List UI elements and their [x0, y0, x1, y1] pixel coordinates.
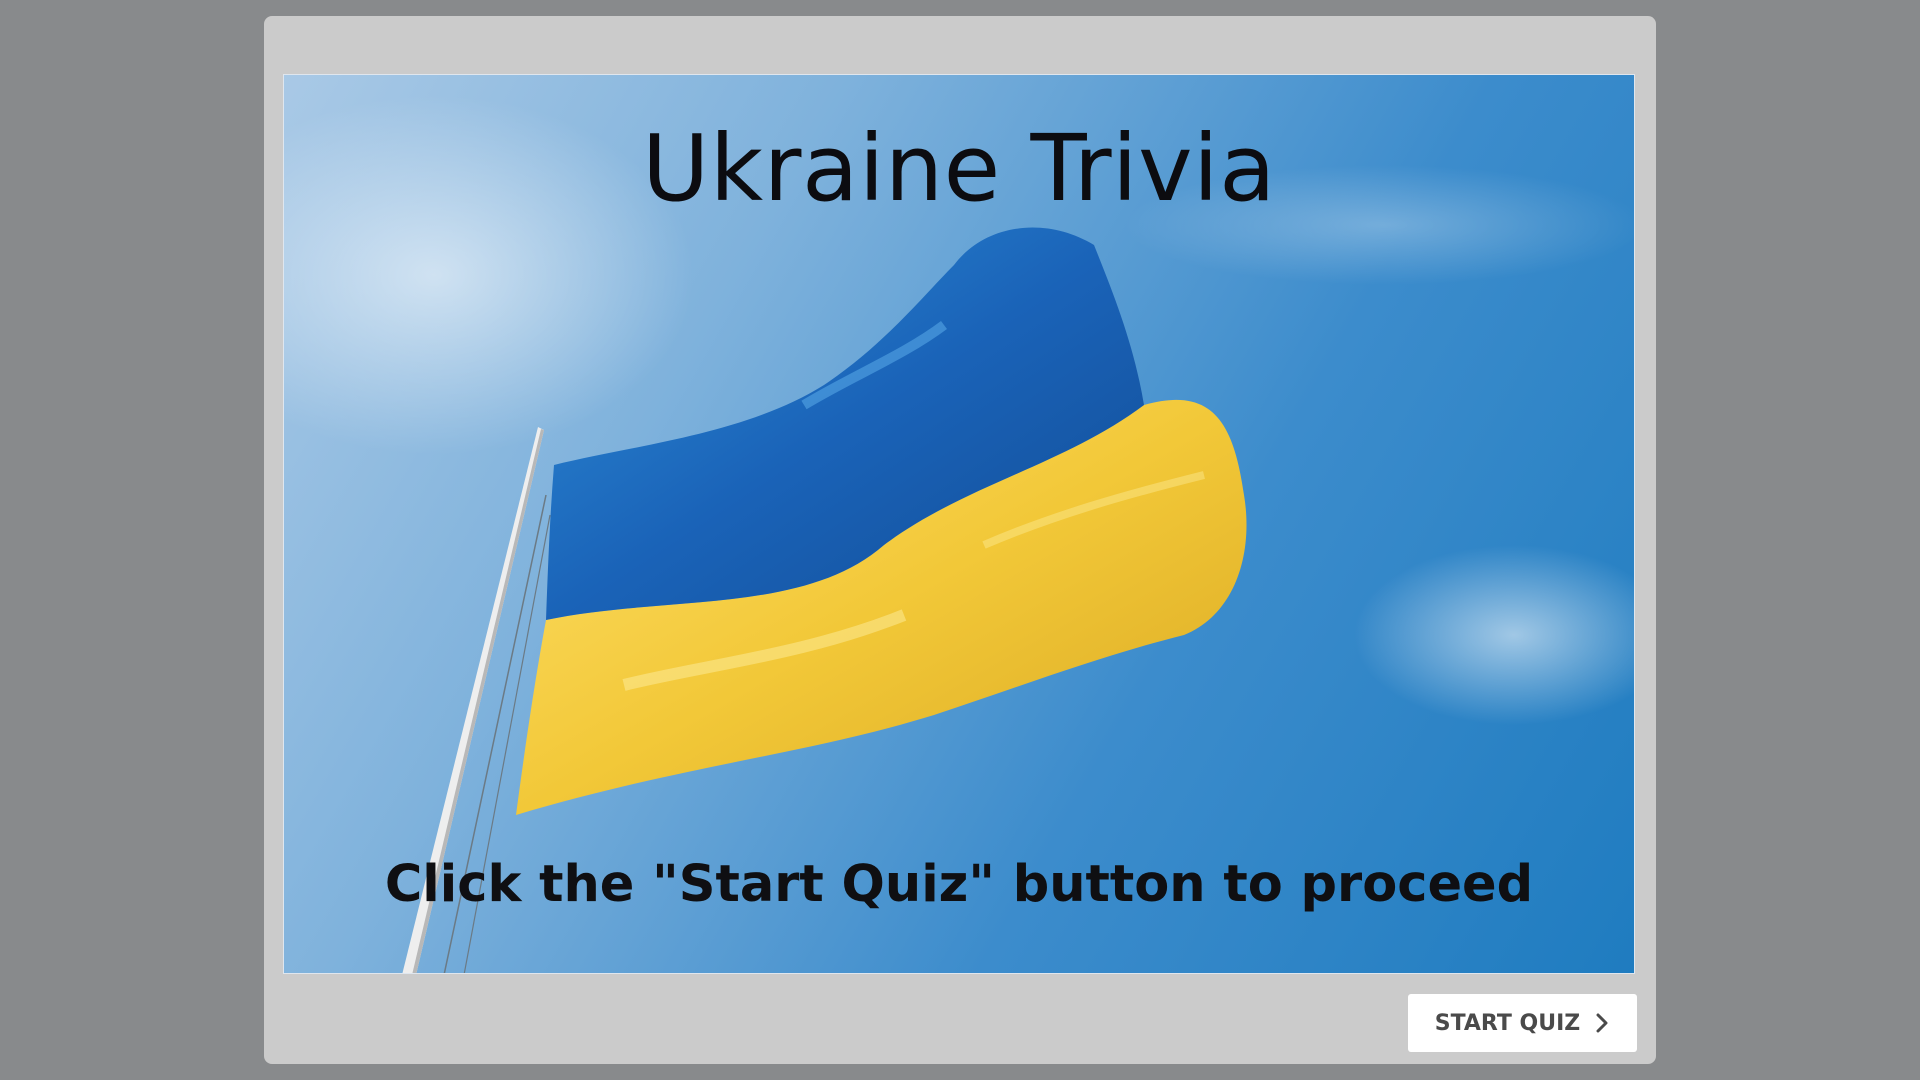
quiz-slide: Ukraine Trivia Click the "Start Quiz" bu…	[283, 74, 1635, 974]
slide-title: Ukraine Trivia	[642, 115, 1276, 222]
chevron-right-icon	[1596, 1013, 1608, 1033]
start-quiz-label: START QUIZ	[1434, 1010, 1581, 1036]
quiz-player: Ukraine Trivia Click the "Start Quiz" bu…	[264, 16, 1656, 1064]
slide-instruction: Click the "Start Quiz" button to proceed	[384, 855, 1534, 914]
start-quiz-button[interactable]: START QUIZ	[1408, 994, 1637, 1052]
